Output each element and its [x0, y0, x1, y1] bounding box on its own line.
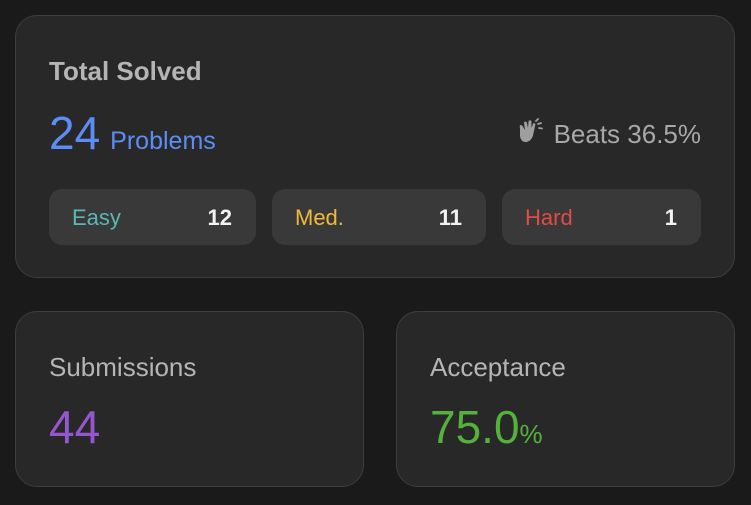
medium-count-pill: Med. 11 [272, 189, 486, 245]
beats-percentage: Beats 36.5% [553, 119, 701, 149]
acceptance-percent-sign: % [519, 419, 543, 449]
hard-count-pill: Hard 1 [502, 189, 701, 245]
acceptance-number: 75.0 [430, 401, 520, 453]
acceptance-title: Acceptance [430, 352, 566, 382]
medium-value: 11 [438, 205, 462, 230]
beats-stat: Beats 36.5% [514, 116, 701, 153]
easy-count-pill: Easy 12 [49, 189, 256, 245]
hard-value: 1 [664, 205, 677, 230]
medium-label: Med. [295, 205, 344, 230]
clap-hands-icon [514, 116, 544, 153]
easy-value: 12 [207, 205, 232, 230]
solved-count: 24 Problems [49, 106, 216, 160]
submissions-title: Submissions [49, 352, 197, 382]
solved-count-unit: Problems [110, 127, 216, 155]
submissions-card: Submissions 44 [15, 311, 364, 487]
acceptance-card: Acceptance 75.0% [396, 311, 735, 487]
acceptance-value: 75.0% [430, 400, 543, 454]
total-solved-title: Total Solved [49, 56, 202, 86]
hard-label: Hard [525, 205, 573, 230]
solved-count-number: 24 [49, 107, 101, 159]
total-solved-card: Total Solved 24 Problems Beats 36.5% Eas… [15, 15, 735, 278]
easy-label: Easy [72, 205, 121, 230]
submissions-value: 44 [49, 401, 101, 453]
